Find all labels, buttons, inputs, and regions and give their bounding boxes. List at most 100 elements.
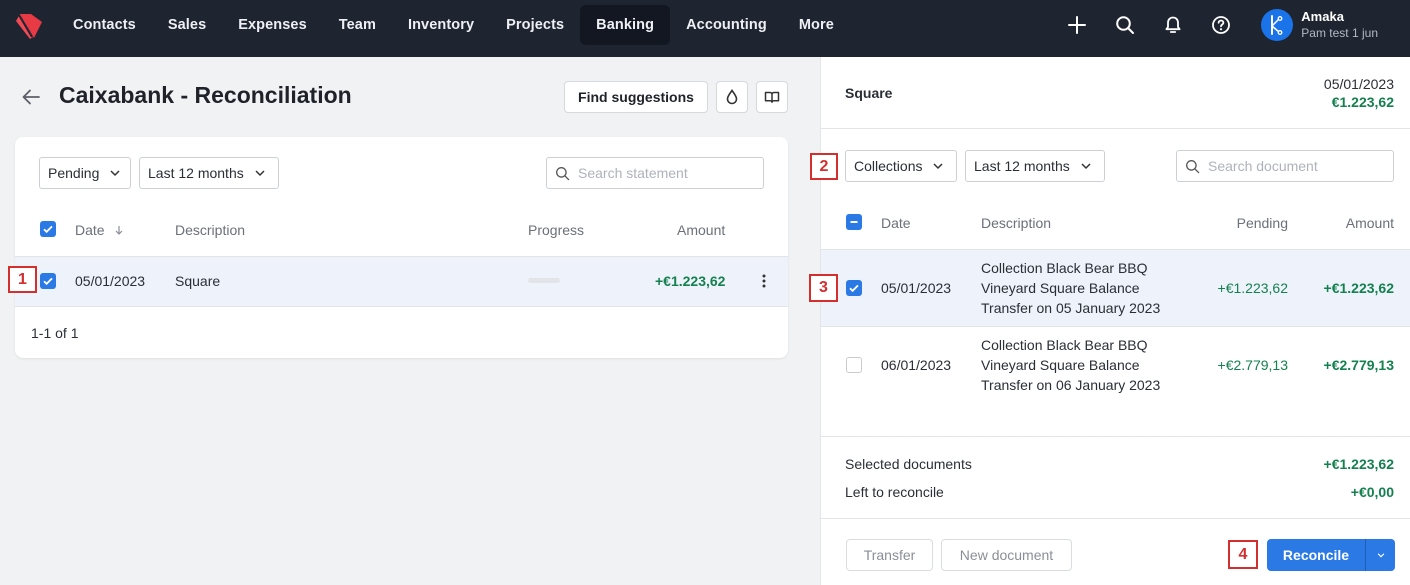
statement-card: Pending Last 12 months Date Description … [15,137,788,358]
new-document-button[interactable]: New document [941,539,1072,571]
reconciliation-detail-panel: Square 05/01/2023 €1.223,62 Collections … [820,57,1410,585]
period-filter-value: Last 12 months [148,165,244,181]
transfer-button[interactable]: Transfer [846,539,933,571]
user-name: Amaka [1301,8,1344,24]
document-amount: +€1.223,62 [1323,280,1394,296]
select-all-documents-checkbox[interactable] [846,214,862,230]
reconcile-split-button: Reconcile [1267,539,1395,571]
search-document-input[interactable] [1208,158,1378,174]
reconcile-button[interactable]: Reconcile [1267,539,1365,571]
nav-team[interactable]: Team [323,5,392,45]
nav-expenses[interactable]: Expenses [222,5,323,45]
selected-documents-value: +€1.223,62 [1323,456,1394,472]
divider [821,518,1410,519]
user-menu[interactable]: Amaka Pam test 1 jun [1261,9,1378,42]
divider [15,306,788,307]
search-icon [556,166,570,180]
app-logo-icon[interactable] [14,12,44,40]
column-date: Date [881,215,911,231]
document-row-checkbox[interactable] [846,357,862,373]
check-icon [43,277,53,286]
avatar [1261,9,1294,41]
row-progress-bar [528,278,560,283]
detail-name: Square [845,85,893,101]
book-icon [764,91,780,103]
chevron-down-icon [933,163,944,170]
nav-actions: Amaka Pam test 1 jun [1053,0,1410,50]
annotation-marker-2: 2 [810,153,838,180]
help-book-button[interactable] [756,81,788,113]
divider [821,326,1410,327]
find-suggestions-button[interactable]: Find suggestions [564,81,708,113]
minus-icon [850,221,858,223]
chevron-down-icon [1081,163,1091,170]
search-statement-input[interactable] [578,165,748,181]
column-progress: Progress [528,222,585,238]
plus-icon[interactable] [1053,5,1101,45]
column-description: Description [175,222,246,238]
left-to-reconcile-label: Left to reconcile [845,484,944,500]
selected-documents-label: Selected documents [845,456,972,472]
document-date: 05/01/2023 [881,280,952,296]
top-nav: Contacts Sales Expenses Team Inventory P… [0,0,1410,57]
search-statement-field[interactable] [546,157,764,189]
detail-date: 05/01/2023 [1323,76,1394,92]
chevron-down-icon [110,170,120,177]
row-more-button[interactable] [754,271,774,291]
search-icon [1186,159,1200,173]
annotation-marker-3: 3 [809,274,838,302]
document-pending: +€2.779,13 [1217,357,1288,373]
row-description: Square [175,273,221,289]
row-amount: +€1.223,62 [655,273,726,289]
status-filter-select[interactable]: Pending [39,157,131,189]
page-title: Caixabank - Reconciliation [59,82,352,108]
drop-button[interactable] [716,81,748,113]
back-arrow-icon[interactable] [20,86,42,108]
company-logo-icon [1271,15,1283,35]
document-date: 06/01/2023 [881,357,952,373]
chevron-down-icon [1377,553,1384,558]
document-type-select[interactable]: Collections [845,150,957,182]
divider [821,436,1410,437]
nav-contacts[interactable]: Contacts [57,5,152,45]
annotation-marker-4: 4 [1228,540,1258,569]
document-description: Collection Black Bear BBQ Vineyard Squar… [981,260,1161,316]
column-pending: Pending [1236,215,1288,231]
reconcile-options-button[interactable] [1365,539,1395,571]
document-amount: +€2.779,13 [1323,357,1394,373]
bell-icon[interactable] [1149,5,1197,45]
nav-inventory[interactable]: Inventory [392,5,490,45]
nav-projects[interactable]: Projects [490,5,580,45]
pagination-text: 1-1 of 1 [31,325,79,341]
status-filter-value: Pending [48,165,100,181]
period-filter-select[interactable]: Last 12 months [139,157,279,189]
document-period-select[interactable]: Last 12 months [965,150,1105,182]
main-nav: Contacts Sales Expenses Team Inventory P… [57,5,850,45]
search-icon[interactable] [1101,5,1149,45]
column-description: Description [981,215,1052,231]
company-name: Pam test 1 jun [1301,25,1378,40]
search-document-field[interactable] [1176,150,1394,182]
help-icon[interactable] [1197,5,1245,45]
document-type-value: Collections [854,158,923,174]
nav-banking[interactable]: Banking [580,5,671,45]
left-to-reconcile-value: +€0,00 [1350,484,1394,500]
nav-accounting[interactable]: Accounting [670,5,783,45]
drop-icon [726,89,738,105]
column-amount: Amount [677,222,726,238]
check-icon [849,284,859,293]
column-date[interactable]: Date [75,222,124,238]
sort-down-icon [116,226,123,235]
row-date: 05/01/2023 [75,273,146,289]
document-row-checkbox[interactable] [846,280,862,296]
annotation-marker-1: 1 [8,266,37,293]
document-period-value: Last 12 months [974,158,1070,174]
row-checkbox[interactable] [40,273,56,289]
document-description: Collection Black Bear BBQ Vineyard Squar… [981,337,1161,393]
column-date-label: Date [75,222,105,238]
kebab-menu-icon [762,274,766,288]
select-all-checkbox[interactable] [40,221,56,237]
document-pending: +€1.223,62 [1217,280,1288,296]
nav-sales[interactable]: Sales [152,5,222,45]
nav-more[interactable]: More [783,5,850,45]
